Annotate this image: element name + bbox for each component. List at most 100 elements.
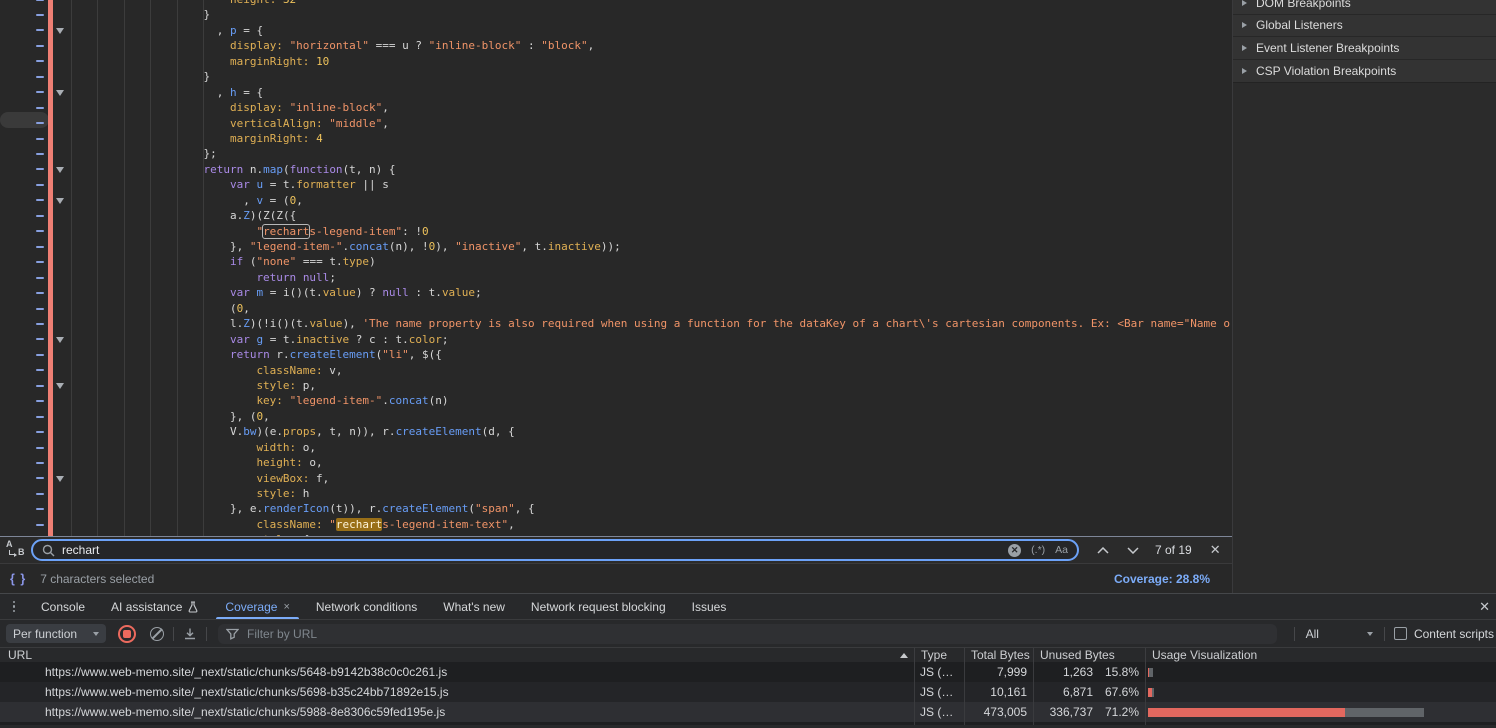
fold-arrow-icon[interactable] xyxy=(56,167,64,173)
chevron-down-icon xyxy=(1127,547,1139,554)
tab-ai-assistance[interactable]: AI assistance xyxy=(98,594,212,619)
line-marker xyxy=(36,153,44,155)
tab-what-s-new[interactable]: What's new xyxy=(430,594,518,619)
table-row[interactable]: https://www.web-memo.site/_next/static/c… xyxy=(0,702,1496,722)
close-drawer-icon[interactable]: ✕ xyxy=(1479,599,1490,615)
sidebar-section-csp-violation-breakpoints[interactable]: CSP Violation Breakpoints xyxy=(1233,60,1496,83)
code-line: } xyxy=(0,7,1232,22)
type-filter-select[interactable]: All xyxy=(1306,627,1373,641)
code-line: className: v, xyxy=(0,363,1232,378)
fold-arrow-icon[interactable] xyxy=(56,337,64,343)
code-line: }; xyxy=(0,146,1232,161)
clear-search-icon[interactable]: ✕ xyxy=(1008,544,1021,557)
chevron-down-icon xyxy=(93,632,99,636)
code-line: , p = { xyxy=(0,23,1232,38)
sidebar-section-event-listener-breakpoints[interactable]: Event Listener Breakpoints xyxy=(1233,37,1496,60)
content-scripts-option: Content scripts xyxy=(1394,627,1494,641)
fold-arrow-icon[interactable] xyxy=(56,383,64,389)
search-previous-button[interactable] xyxy=(1097,547,1109,554)
clear-coverage-icon[interactable] xyxy=(150,627,164,641)
sidebar-section-dom-breakpoints[interactable]: DOM Breakpoints xyxy=(1233,0,1496,15)
tab-network-request-blocking[interactable]: Network request blocking xyxy=(518,594,679,619)
code-line: display: "inline-block", xyxy=(0,100,1232,115)
more-tabs-menu-icon[interactable] xyxy=(0,601,28,613)
coverage-status-link[interactable]: Coverage: 28.8% xyxy=(1114,572,1210,586)
code-line: verticalAlign: "middle", xyxy=(0,116,1232,131)
code-line: }, (0, xyxy=(0,409,1232,424)
fold-arrow-icon[interactable] xyxy=(56,28,64,34)
coverage-mode-select[interactable]: Per function xyxy=(6,624,106,643)
column-header-usage-visualization[interactable]: Usage Visualization xyxy=(1145,648,1496,664)
total-bytes-cell: 143,406 xyxy=(964,722,1033,725)
tab-label: Issues xyxy=(692,600,727,614)
search-input[interactable]: rechart ✕ (.*) Aa xyxy=(31,539,1079,561)
code-line: width: o, xyxy=(0,440,1232,455)
line-marker xyxy=(36,107,44,109)
content-scripts-checkbox[interactable] xyxy=(1394,627,1407,640)
column-header-unused-bytes[interactable]: Unused Bytes xyxy=(1033,648,1145,664)
code-line: marginRight: 4 xyxy=(0,131,1232,146)
export-coverage-button[interactable] xyxy=(183,627,197,640)
section-label: Global Listeners xyxy=(1256,18,1343,32)
section-label: CSP Violation Breakpoints xyxy=(1256,64,1396,78)
code-line: } xyxy=(0,69,1232,84)
url-cell: https://www.web-memo.site/_next/static/c… xyxy=(0,722,914,725)
line-marker xyxy=(36,261,44,263)
regex-toggle[interactable]: (.*) xyxy=(1031,544,1045,556)
code-line: var u = t.formatter || s xyxy=(0,177,1232,192)
unused-bytes-cell: 6,87167.6% xyxy=(1033,682,1145,702)
tab-issues[interactable]: Issues xyxy=(679,594,740,619)
tab-console[interactable]: Console xyxy=(28,594,98,619)
line-marker xyxy=(36,400,44,402)
filter-placeholder: Filter by URL xyxy=(247,627,317,641)
coverage-unused-stripe xyxy=(48,0,53,536)
chevron-right-icon xyxy=(1242,68,1247,74)
usage-bar-cell xyxy=(1145,682,1496,702)
table-row[interactable]: https://www.web-memo.site/_next/static/c… xyxy=(0,722,1496,725)
search-query[interactable]: rechart xyxy=(62,543,99,557)
chevron-right-icon xyxy=(1242,22,1247,28)
search-icon xyxy=(42,544,55,557)
tab-label: AI assistance xyxy=(111,600,182,614)
url-cell: https://www.web-memo.site/_next/static/c… xyxy=(0,682,914,702)
fold-arrow-icon[interactable] xyxy=(56,90,64,96)
replace-toggle-icon[interactable]: AB xyxy=(4,542,26,558)
column-header-url[interactable]: URL xyxy=(0,648,914,664)
sidebar-section-global-listeners[interactable]: Global Listeners xyxy=(1233,15,1496,38)
table-row[interactable]: https://www.web-memo.site/_next/static/c… xyxy=(0,682,1496,702)
editor-status-bar: { } 7 characters selected Coverage: 28.8… xyxy=(0,563,1232,593)
code-editor[interactable]: height: 32 } , p = { display: "horizonta… xyxy=(0,0,1232,536)
match-case-toggle[interactable]: Aa xyxy=(1055,544,1068,556)
unused-bytes-cell: 1,26315.8% xyxy=(1033,662,1145,682)
total-bytes-cell: 473,005 xyxy=(964,702,1033,722)
tab-label: What's new xyxy=(443,600,505,614)
close-tab-icon[interactable]: × xyxy=(283,601,289,613)
url-filter-input[interactable]: Filter by URL xyxy=(218,624,1277,644)
pretty-print-icon[interactable]: { } xyxy=(10,572,26,586)
fold-arrow-icon[interactable] xyxy=(56,476,64,482)
type-cell: JS (per function) xyxy=(914,722,964,725)
tab-coverage[interactable]: Coverage × xyxy=(212,594,302,619)
table-row[interactable]: https://www.web-memo.site/_next/static/c… xyxy=(0,662,1496,682)
fold-arrow-icon[interactable] xyxy=(56,198,64,204)
code-line: }, "legend-item-".concat(n), !0), "inact… xyxy=(0,239,1232,254)
search-next-button[interactable] xyxy=(1127,547,1139,554)
drawer-tab-bar: Console AI assistance Coverage × Network con… xyxy=(0,594,1496,620)
column-header-type[interactable]: Type xyxy=(914,648,964,664)
usage-bar xyxy=(1148,688,1496,697)
column-header-total-bytes[interactable]: Total Bytes xyxy=(964,648,1033,664)
close-search-icon[interactable]: ✕ xyxy=(1210,542,1221,558)
tab-label: Coverage xyxy=(225,600,277,614)
code-line: style: h xyxy=(0,486,1232,501)
debugger-sidebar: DOM Breakpoints Global Listeners Event Lis… xyxy=(1232,0,1496,593)
editor-pane: height: 32 } , p = { display: "horizonta… xyxy=(0,0,1232,593)
line-marker xyxy=(36,292,44,294)
tab-network-conditions[interactable]: Network conditions xyxy=(303,594,430,619)
code-line: style: p, xyxy=(0,378,1232,393)
type-cell: JS (per function) xyxy=(914,682,964,702)
section-label: Event Listener Breakpoints xyxy=(1256,41,1399,55)
stop-recording-button[interactable] xyxy=(118,625,136,643)
code-line: var m = i()(t.value) ? null : t.value; xyxy=(0,285,1232,300)
usage-bar-cell xyxy=(1145,702,1496,722)
usage-bar-cell xyxy=(1145,722,1496,725)
